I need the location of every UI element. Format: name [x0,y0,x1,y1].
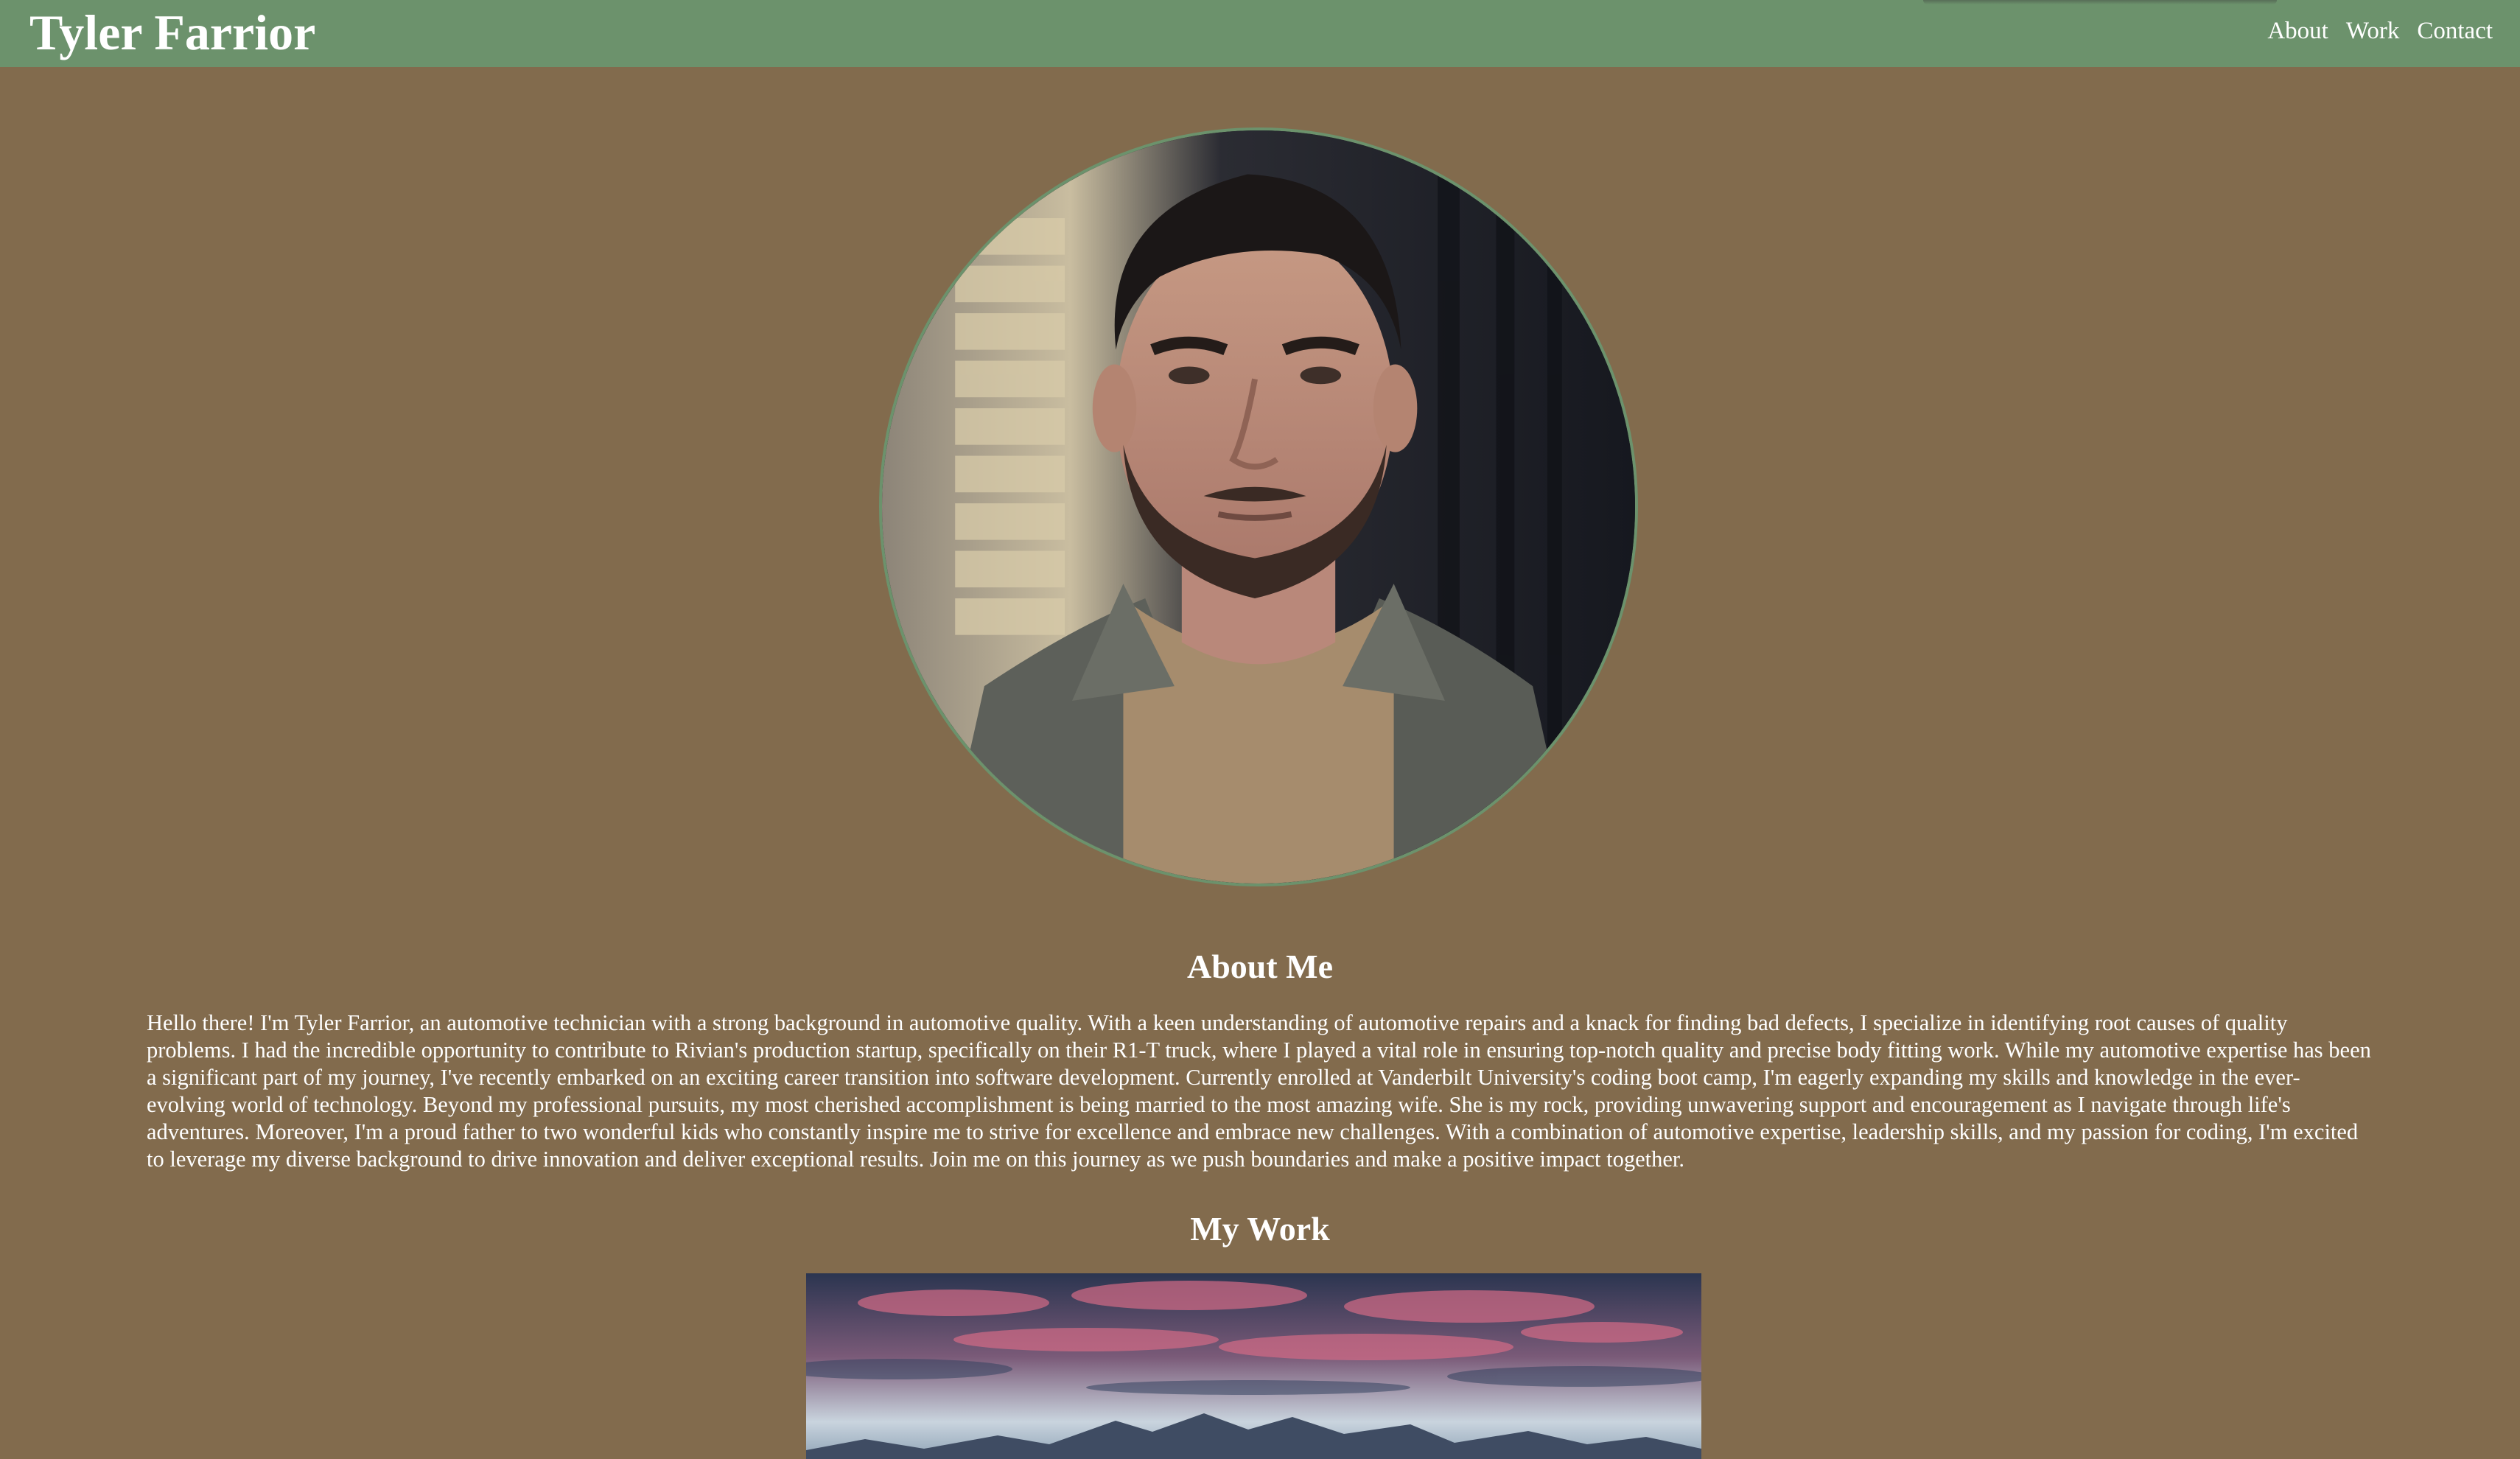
main-nav: About Work Contact [2267,15,2493,47]
about-text: Hello there! I'm Tyler Farrior, an autom… [147,1010,2371,1172]
nav-link-contact[interactable]: Contact [2417,15,2493,47]
header-shadow [1923,0,2277,4]
mountain-sunset-image-icon [806,1273,1701,1459]
nav-link-work[interactable]: Work [2346,15,2400,47]
about-heading: About Me [1186,948,1334,985]
work-heading: My Work [1190,1210,1330,1248]
site-header: Tyler Farrior About Work Contact [0,0,2520,67]
work-project-image[interactable] [806,1273,1701,1459]
portrait-photo-icon [882,130,1635,884]
nav-link-about[interactable]: About [2267,15,2328,47]
site-title: Tyler Farrior [29,4,316,60]
profile-photo [879,127,1638,886]
